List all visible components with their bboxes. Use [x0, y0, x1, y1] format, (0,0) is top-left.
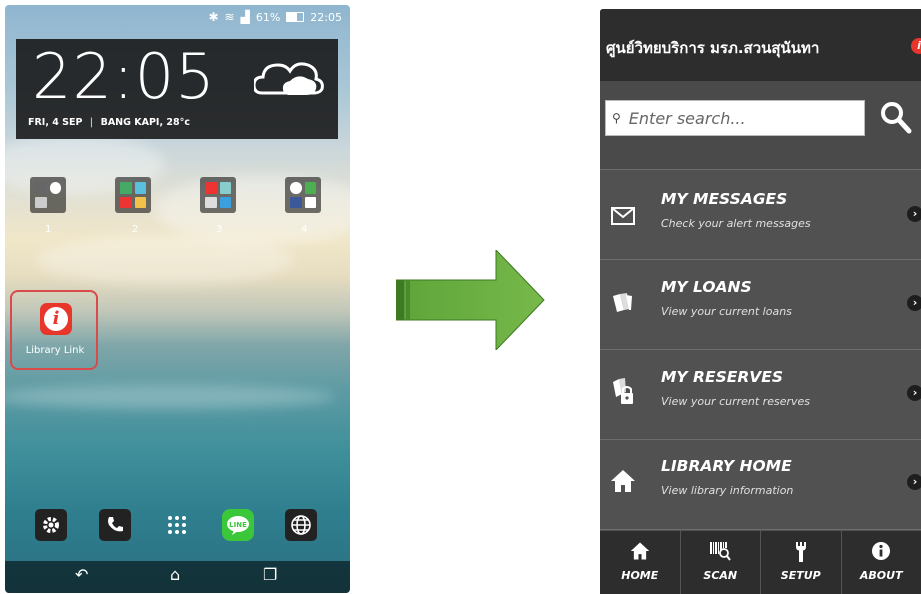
app-drawer-icon[interactable]: [161, 509, 193, 541]
app-folder[interactable]: [200, 177, 236, 213]
info-icon: [872, 542, 891, 560]
app-title: ศูนย์วิทยบริการ มรภ.สวนสุนันทา: [606, 39, 820, 57]
back-icon[interactable]: ↶: [75, 565, 88, 584]
home-icon: [611, 470, 635, 492]
menu-item-library-home[interactable]: LIBRARY HOME View library information ›: [600, 440, 921, 530]
clock-time: 22:05: [32, 40, 216, 113]
folder-label: 1: [45, 224, 52, 235]
wallpaper-cloud: [35, 235, 295, 285]
app-label: Library Link: [25, 345, 85, 356]
phone-icon[interactable]: [99, 509, 131, 541]
clock-location: BANG KAPI, 28°c: [100, 117, 190, 128]
tab-scan[interactable]: SCAN: [681, 531, 761, 594]
library-app-screen: ศูนย์วิทยบริการ มรภ.สวนสุนันทา i ⚲ MY ME…: [600, 9, 921, 594]
battery-percent: 61%: [255, 10, 281, 24]
bottom-tab-bar: HOME SCAN SETUP ABOUT: [600, 531, 921, 594]
menu-item-subtitle: Check your alert messages: [661, 217, 811, 230]
battery-icon: [286, 12, 305, 22]
menu-item-title: MY LOANS: [661, 278, 752, 296]
chevron-right-icon: ›: [907, 206, 921, 222]
envelope-icon: [611, 207, 635, 225]
menu-item-my-loans[interactable]: MY LOANS View your current loans ›: [600, 260, 921, 350]
wallpaper-wave: [5, 385, 335, 409]
app-folder[interactable]: [285, 177, 321, 213]
home-nav-icon[interactable]: ⌂: [170, 565, 180, 584]
tab-home[interactable]: HOME: [600, 531, 681, 594]
clock-weather-widget[interactable]: 22:05 FRI, 4 SEP | BANG KAPI, 28°c: [16, 39, 338, 139]
folder-label: 2: [132, 224, 139, 235]
app-folder[interactable]: [115, 177, 151, 213]
status-time: 22:05: [310, 10, 342, 24]
home-screen-phone: ✱ ≋ ▟ 61% 22:05 22:05 FRI, 4 SEP | BANG …: [5, 5, 350, 593]
chevron-right-icon: ›: [907, 385, 921, 401]
search-bar: ⚲: [600, 81, 921, 170]
right-arrow-icon: [396, 250, 545, 350]
search-button-icon[interactable]: [878, 99, 912, 135]
wifi-icon: ≋: [224, 10, 235, 24]
recents-icon[interactable]: ❐: [263, 565, 277, 584]
search-field[interactable]: ⚲: [605, 100, 865, 136]
bluetooth-icon: ✱: [208, 10, 219, 24]
menu-item-title: MY RESERVES: [661, 368, 784, 386]
tab-about[interactable]: ABOUT: [842, 531, 921, 594]
search-input[interactable]: [626, 107, 851, 129]
browser-icon[interactable]: [285, 509, 317, 541]
menu-item-my-messages[interactable]: MY MESSAGES Check your alert messages ›: [600, 170, 921, 260]
tab-setup[interactable]: SETUP: [761, 531, 842, 594]
menu-item-subtitle: View your current loans: [661, 305, 792, 318]
home-icon: [630, 542, 649, 560]
chevron-right-icon: ›: [907, 474, 921, 490]
tab-label: ABOUT: [859, 569, 903, 582]
status-bar: ✱ ≋ ▟ 61% 22:05: [5, 5, 350, 29]
menu-item-title: LIBRARY HOME: [661, 457, 792, 475]
folder-label: 3: [216, 224, 223, 235]
folder-label: 4: [301, 224, 308, 235]
tab-label: SETUP: [780, 569, 821, 582]
books-icon: [613, 293, 632, 312]
line-icon[interactable]: LINE: [222, 509, 254, 541]
info-icon[interactable]: i: [911, 38, 921, 54]
clock-date-location: FRI, 4 SEP | BANG KAPI, 28°c: [28, 117, 190, 128]
menu-item-my-reserves[interactable]: MY RESERVES View your current reserves ›: [600, 350, 921, 440]
settings-icon[interactable]: [35, 509, 67, 541]
menu-item-subtitle: View library information: [661, 484, 794, 497]
menu-item-title: MY MESSAGES: [661, 190, 788, 208]
search-icon: ⚲: [612, 111, 621, 125]
navigation-bar: ↶ ⌂ ❐: [5, 561, 350, 593]
lock-books-icon: [613, 378, 633, 404]
menu-item-subtitle: View your current reserves: [661, 395, 811, 408]
app-folder[interactable]: [30, 177, 66, 213]
library-link-app-icon[interactable]: i: [40, 303, 72, 335]
clock-date: FRI, 4 SEP: [28, 117, 83, 128]
info-icon: i: [44, 307, 68, 331]
signal-icon: ▟: [240, 10, 250, 24]
app-header: ศูนย์วิทยบริการ มรภ.สวนสุนันทา i: [600, 9, 921, 81]
barcode-icon: [710, 542, 732, 561]
wrench-icon: [795, 542, 806, 562]
tab-label: SCAN: [703, 569, 738, 582]
svg-text:LINE: LINE: [229, 521, 247, 529]
cloudy-icon: [254, 62, 324, 95]
tab-label: HOME: [621, 569, 659, 582]
chevron-right-icon: ›: [907, 295, 921, 311]
